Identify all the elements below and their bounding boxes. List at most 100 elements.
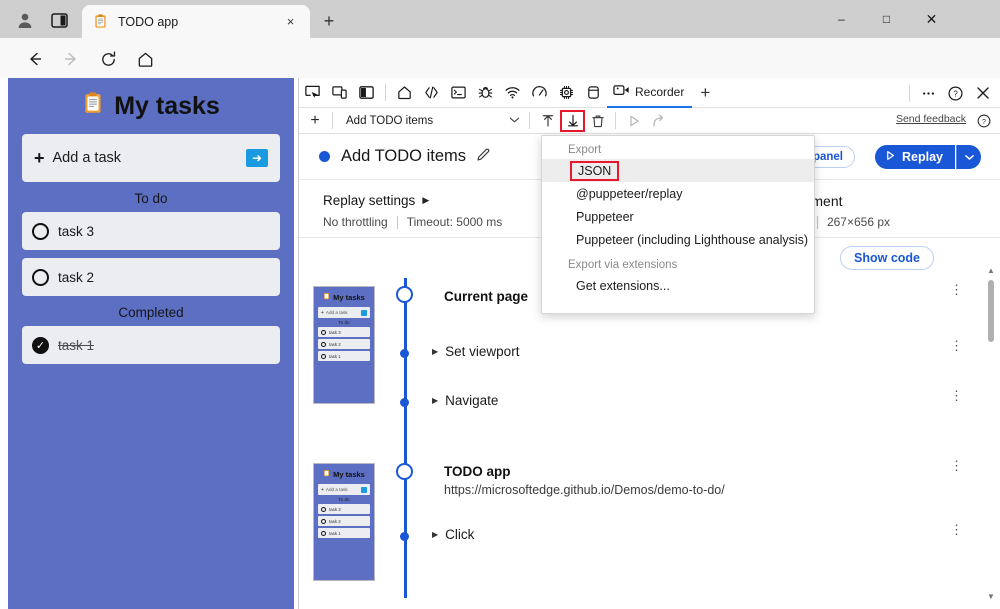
svg-text:?: ? (953, 89, 958, 98)
scroll-down-arrow[interactable]: ▼ (985, 589, 997, 603)
reload-button[interactable] (95, 46, 121, 72)
step-set-viewport[interactable]: ▶ Set viewport (432, 344, 519, 359)
scroll-up-arrow[interactable]: ▲ (985, 263, 997, 277)
scrollbar-thumb[interactable] (988, 280, 994, 342)
close-icon[interactable] (969, 80, 996, 106)
thumbnail-task: task 3 (318, 327, 370, 337)
recorder-toolbar: + Add TODO items (299, 108, 1000, 134)
replay-settings-label: Replay settings (323, 193, 415, 208)
section-title-todo: To do (8, 191, 294, 206)
kebab-menu-icon[interactable]: ⋮ (950, 464, 962, 468)
close-icon[interactable]: × (281, 12, 300, 31)
memory-icon[interactable] (553, 80, 580, 106)
step-title-label: Click (445, 527, 474, 542)
profile-icon[interactable] (14, 9, 36, 31)
thumbnail-task: task 2 (318, 339, 370, 349)
kebab-menu-icon[interactable]: ⋮ (950, 394, 962, 398)
kebab-menu-icon[interactable]: ⋮ (950, 288, 962, 292)
sources-icon[interactable] (472, 80, 499, 106)
timeline-node-step (400, 398, 409, 407)
plus-icon: + (321, 310, 324, 316)
new-recording-button[interactable]: + (303, 110, 327, 132)
web-page-viewport: My tasks + Add a task ➜ To do task 3 tas… (0, 78, 298, 609)
devtools-scrollbar[interactable]: ▲ ▼ (985, 263, 997, 603)
clipboard-icon (92, 13, 109, 30)
step-title-label: Navigate (445, 393, 498, 408)
menu-item-puppeteer-lighthouse[interactable]: Puppeteer (including Lighthouse analysis… (542, 228, 814, 251)
application-icon[interactable] (580, 80, 607, 106)
tab-recorder[interactable]: Recorder (607, 78, 692, 108)
task-item[interactable]: ✓ task 1 (22, 326, 280, 364)
menu-item-get-extensions[interactable]: Get extensions... (542, 274, 814, 297)
menu-item-puppeteer[interactable]: Puppeteer (542, 205, 814, 228)
thumbnail-title-text: My tasks (333, 293, 365, 302)
export-icon[interactable] (560, 110, 585, 132)
performance-icon[interactable] (526, 80, 553, 106)
task-checkbox[interactable] (32, 269, 49, 286)
add-task-input[interactable]: + Add a task ➜ (22, 134, 280, 182)
menu-group-label: Export (542, 136, 814, 159)
elements-icon[interactable] (418, 80, 445, 106)
throttling-value: No throttling (323, 215, 388, 229)
menu-item-puppeteer-replay[interactable]: @puppeteer/replay (542, 182, 814, 205)
split-screen-icon[interactable] (48, 9, 70, 31)
timeline-spine (404, 278, 407, 598)
step-click[interactable]: ▶ Click (432, 527, 474, 542)
help-icon[interactable]: ? (974, 111, 994, 131)
replay-button[interactable]: Replay (875, 145, 955, 169)
divider (909, 85, 910, 102)
replay-options-button[interactable] (956, 145, 981, 169)
clipboard-icon (323, 292, 330, 302)
step-group-title: TODO app (444, 464, 511, 479)
import-icon[interactable] (535, 110, 560, 132)
delete-icon[interactable] (585, 110, 610, 132)
pencil-icon[interactable] (475, 146, 492, 168)
timeline-node-group (396, 286, 413, 303)
console-icon[interactable] (445, 80, 472, 106)
play-icon (885, 150, 896, 164)
thumbnail-add-bar: + Add a task (318, 484, 370, 495)
maximize-button[interactable]: □ (864, 0, 909, 38)
chevron-right-icon: ▶ (432, 396, 438, 405)
chevron-down-icon (509, 116, 520, 126)
task-checkbox-checked[interactable]: ✓ (32, 337, 49, 354)
back-button[interactable] (22, 46, 48, 72)
thumbnail-task-label: task 1 (329, 354, 341, 359)
ellipsis-icon[interactable] (915, 80, 942, 106)
step-screenshot: My tasks + Add a task To do task 3 task … (313, 463, 375, 581)
home-icon[interactable] (132, 46, 158, 72)
navigation-bar: https://microsoftedge.github.io/Demos/de… (0, 38, 1000, 78)
clipboard-icon (323, 469, 330, 479)
send-feedback-link[interactable]: Send feedback (896, 113, 966, 125)
home-icon[interactable] (391, 80, 418, 106)
add-panel-button[interactable]: + (692, 80, 718, 106)
menu-item-json[interactable]: JSON (542, 159, 814, 182)
arrow-right-icon[interactable]: ➜ (246, 149, 268, 167)
scrollbar-track[interactable] (985, 277, 997, 589)
window-close-button[interactable]: ✕ (909, 0, 954, 38)
thumbnail-task-label: task 2 (329, 342, 341, 347)
forward-button (58, 46, 84, 72)
page-title: My tasks (114, 92, 220, 121)
recording-select[interactable]: Add TODO items (338, 110, 524, 132)
browser-tab[interactable]: TODO app × (82, 5, 310, 38)
show-code-button[interactable]: Show code (840, 246, 934, 270)
help-icon[interactable]: ? (942, 80, 969, 106)
minimize-button[interactable]: – (819, 0, 864, 38)
task-checkbox[interactable] (32, 223, 49, 240)
new-tab-button[interactable]: + (317, 9, 341, 33)
divider (615, 112, 616, 129)
thumbnail-title: My tasks (314, 287, 374, 307)
thumbnail-task-label: task 1 (329, 531, 341, 536)
kebab-menu-icon[interactable]: ⋮ (950, 344, 962, 348)
dock-side-icon[interactable] (353, 80, 380, 106)
step-navigate[interactable]: ▶ Navigate (432, 393, 498, 408)
device-toolbar-icon[interactable] (326, 80, 353, 106)
kebab-menu-icon[interactable]: ⋮ (950, 528, 962, 532)
plus-icon: + (34, 148, 45, 169)
inspect-element-icon[interactable] (299, 80, 326, 106)
network-icon[interactable] (499, 80, 526, 106)
task-label: task 2 (58, 270, 94, 285)
task-item[interactable]: task 3 (22, 212, 280, 250)
task-item[interactable]: task 2 (22, 258, 280, 296)
